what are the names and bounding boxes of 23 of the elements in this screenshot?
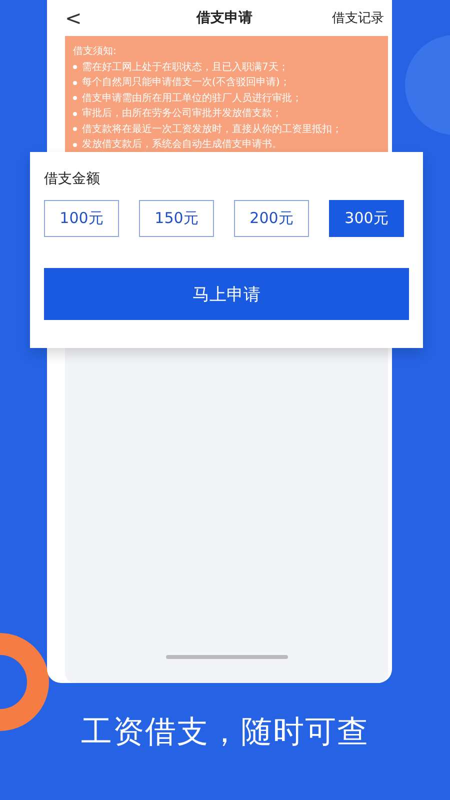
bullet-icon	[73, 142, 77, 147]
bullet-icon	[73, 127, 77, 132]
notice-item: 借支款将在最近一次工资发放时，直接从你的工资里抵扣；	[82, 122, 342, 136]
notice-item: 需在好工网上处于在职状态，且已入职满7天；	[82, 60, 288, 74]
caption: 工资借支，随时可查	[80, 713, 370, 752]
bullet-icon	[73, 112, 77, 116]
notice-title: 借支须知:	[73, 44, 118, 59]
notice-item: 审批后，由所在劳务公司审批并发放借支款；	[82, 106, 282, 121]
notice-item: 每个自然周只能申请借支一次(不含驳回申请)；	[82, 76, 290, 90]
amount-label: 借支金额	[44, 170, 101, 188]
amount-option[interactable]: 150元	[139, 200, 214, 237]
apply-button[interactable]: 马上申请	[44, 268, 409, 320]
bullet-icon	[73, 65, 77, 70]
back-button[interactable]: <	[65, 6, 135, 30]
notice-item: 发放借支款后，系统会自动生成借支申请书。	[82, 138, 282, 152]
records-link[interactable]: 借支记录	[314, 9, 384, 27]
amount-option[interactable]: 200元	[234, 200, 309, 237]
amount-option[interactable]: 300元	[329, 200, 404, 237]
bullet-icon	[73, 96, 77, 100]
bullet-icon	[73, 80, 77, 85]
notice-item: 借支申请需由所在用工单位的驻厂人员进行审批；	[82, 92, 302, 106]
amount-option[interactable]: 100元	[44, 200, 119, 237]
page-title: 借支申请	[195, 9, 254, 27]
